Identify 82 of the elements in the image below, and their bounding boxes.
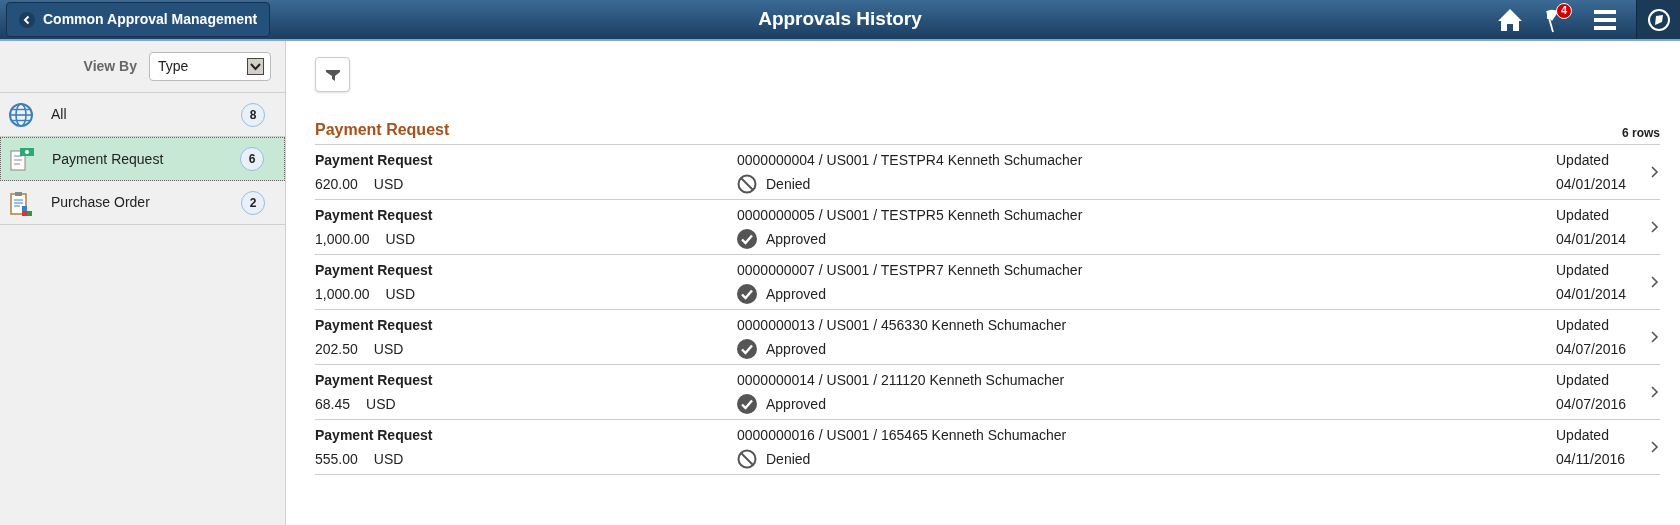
count-badge: 6 [240, 147, 264, 171]
checkmark-icon [737, 394, 757, 414]
checkmark-icon [737, 284, 757, 304]
chevron-right-icon [1650, 440, 1660, 454]
updated-label: Updated [1556, 425, 1610, 445]
currency: USD [373, 174, 404, 194]
status-text: Approved [766, 394, 826, 414]
approval-row[interactable]: Payment Request 620.00 USD 0000000004 / US001 / TESTPR4 Kenneth Schumacher Denied Updated 04/01/2014 [315, 145, 1660, 200]
chevron-right-icon [1650, 165, 1660, 179]
reference-text: 0000000013 / US001 / 456330 Kenneth Schumacher [737, 315, 1068, 335]
amount: 202.50 [315, 339, 358, 359]
currency: USD [373, 339, 404, 359]
row-title: Payment Request [315, 260, 434, 280]
updated-label: Updated [1556, 205, 1610, 225]
sidebar-item-label: Purchase Order [51, 193, 151, 212]
group-title: Payment Request [315, 120, 450, 140]
currency: USD [385, 229, 416, 249]
status-text: Approved [766, 284, 826, 304]
reference-text: 0000000004 / US001 / TESTPR4 Kenneth Schumacher [737, 150, 1084, 170]
sidebar-item-label: All [51, 105, 68, 124]
approval-row[interactable]: Payment Request 555.00 USD 0000000016 / US001 / 165465 Kenneth Schumacher Denied Updated 04/11/2016 [315, 420, 1660, 475]
count-badge: 8 [241, 102, 265, 127]
status-text: Denied [766, 449, 811, 469]
amount: 620.00 [315, 174, 358, 194]
approval-row[interactable]: Payment Request 68.45 USD 0000000014 / US001 / 211120 Kenneth Schumacher Approved Updated 04/07/2016 [315, 365, 1660, 420]
reference-text: 0000000016 / US001 / 165465 Kenneth Schumacher [737, 425, 1068, 445]
updated-label: Updated [1556, 315, 1610, 335]
updated-label: Updated [1556, 150, 1610, 170]
document-money-icon [9, 146, 35, 172]
sidebar-item[interactable]: Purchase Order 2 [0, 181, 285, 225]
updated-date: 04/01/2014 [1556, 174, 1628, 194]
updated-date: 04/07/2016 [1556, 339, 1628, 359]
filter-button[interactable] [315, 57, 350, 92]
updated-date: 04/11/2016 [1556, 449, 1627, 469]
navigator-icon[interactable] [1636, 0, 1680, 39]
updated-label: Updated [1556, 260, 1610, 280]
row-title: Payment Request [315, 315, 434, 335]
menu-icon[interactable] [1594, 9, 1616, 30]
view-by-label: View By [83, 57, 137, 76]
updated-date: 04/07/2016 [1556, 394, 1628, 414]
globe-icon [8, 101, 34, 128]
currency: USD [366, 394, 396, 414]
view-by-dropdown[interactable]: Type [149, 52, 271, 81]
back-icon [19, 11, 35, 28]
chevron-right-icon [1650, 220, 1660, 234]
status-text: Approved [766, 339, 826, 359]
checkmark-icon [737, 339, 757, 359]
updated-label: Updated [1556, 370, 1610, 390]
sidebar-item-label: Payment Request [52, 149, 165, 169]
notification-badge: 4 [1556, 2, 1572, 19]
amount: 555.00 [315, 449, 358, 469]
approval-row[interactable]: Payment Request 1,000.00 USD 0000000007 / US001 / TESTPR7 Kenneth Schumacher Approved Updated 04/01/2014 [315, 255, 1660, 310]
clipboard-icon [8, 189, 34, 216]
amount: 68.45 [315, 394, 351, 414]
reference-text: 0000000007 / US001 / TESTPR7 Kenneth Schumacher [737, 260, 1084, 280]
updated-date: 04/01/2014 [1556, 284, 1628, 304]
back-button[interactable]: Common Approval Management [6, 2, 271, 37]
prohibited-icon [737, 449, 757, 469]
currency: USD [373, 449, 404, 469]
prohibited-icon [737, 174, 757, 194]
approval-row[interactable]: Payment Request 1,000.00 USD 0000000005 / US001 / TESTPR5 Kenneth Schumacher Approved Updated 04/01/2014 [315, 200, 1660, 255]
amount: 1,000.00 [315, 284, 370, 304]
checkmark-icon [737, 229, 757, 249]
row-title: Payment Request [315, 150, 434, 170]
row-title: Payment Request [315, 425, 434, 445]
updated-date: 04/01/2014 [1556, 229, 1628, 249]
chevron-right-icon [1650, 330, 1660, 344]
row-title: Payment Request [315, 370, 434, 390]
count-badge: 2 [241, 190, 265, 215]
row-title: Payment Request [315, 205, 434, 225]
page-title: Approvals History [758, 7, 922, 32]
row-count: 6 rows [1622, 125, 1660, 142]
currency: USD [385, 284, 416, 304]
amount: 1,000.00 [315, 229, 370, 249]
reference-text: 0000000005 / US001 / TESTPR5 Kenneth Schumacher [737, 205, 1084, 225]
chevron-right-icon [1650, 385, 1660, 399]
status-text: Approved [766, 229, 826, 249]
approval-row[interactable]: Payment Request 202.50 USD 0000000013 / US001 / 456330 Kenneth Schumacher Approved Updated 04/07/2016 [315, 310, 1660, 365]
chevron-right-icon [1650, 275, 1660, 289]
reference-text: 0000000014 / US001 / 211120 Kenneth Schumacher [737, 370, 1066, 390]
sidebar-item[interactable]: Payment Request 6 [0, 137, 285, 181]
status-text: Denied [766, 174, 811, 194]
